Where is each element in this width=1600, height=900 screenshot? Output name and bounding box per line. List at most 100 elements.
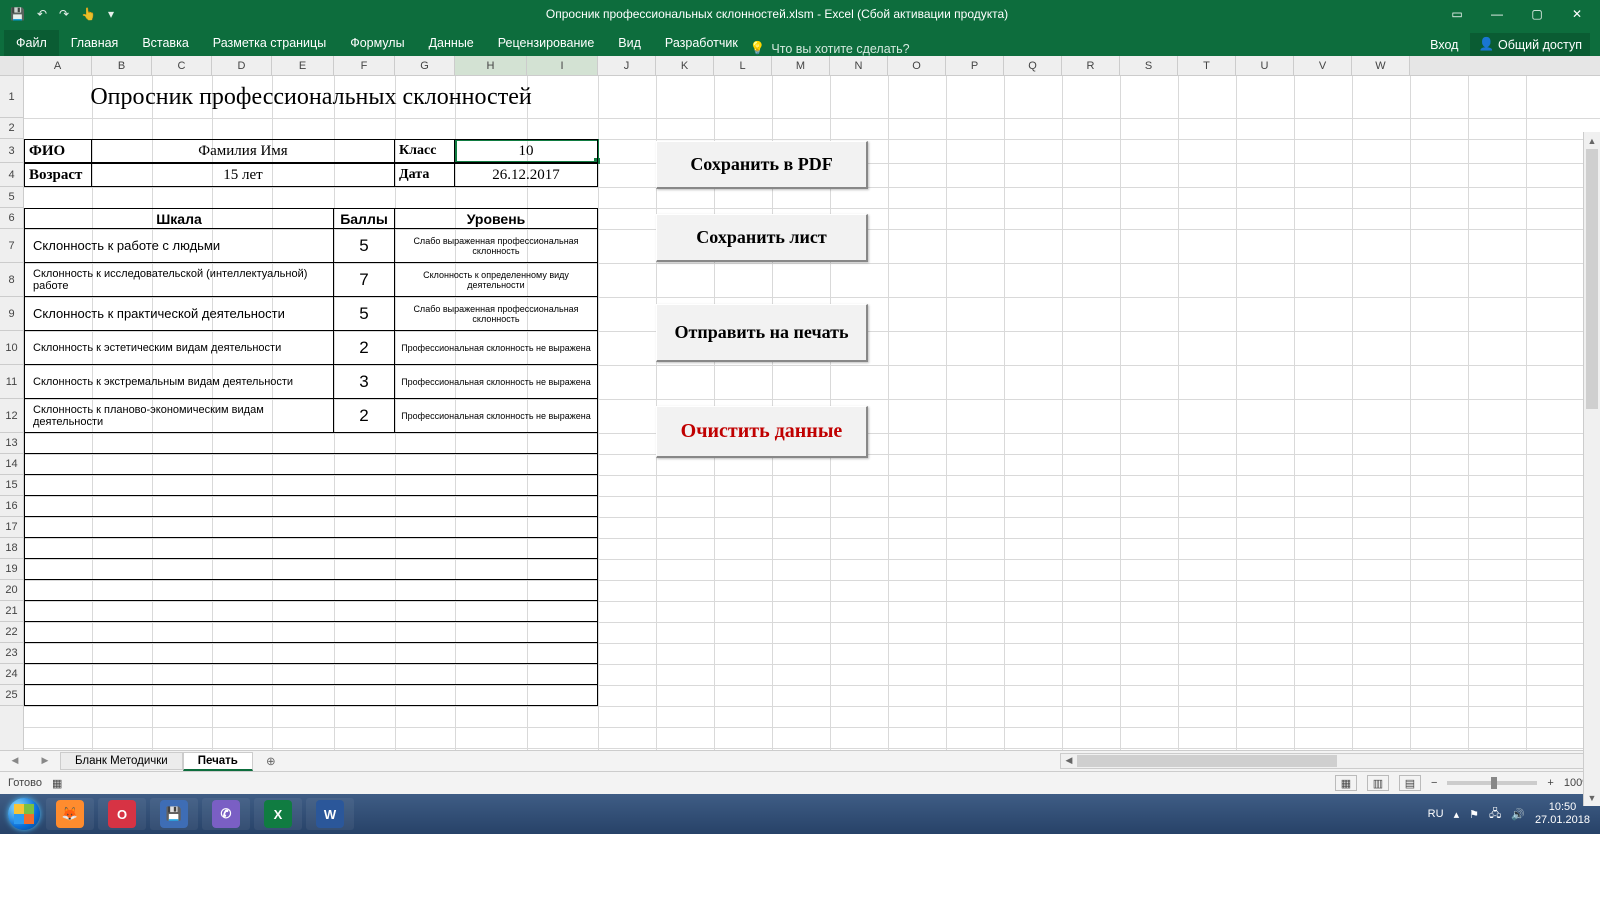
scroll-down-icon[interactable]: ▼ — [1584, 789, 1600, 806]
empty-row[interactable] — [24, 538, 598, 559]
scroll-up-icon[interactable]: ▲ — [1584, 132, 1600, 149]
row-header-5[interactable]: 5 — [0, 187, 23, 208]
empty-row[interactable] — [24, 685, 598, 706]
score-cell[interactable]: 7 — [334, 263, 395, 297]
scale-cell[interactable]: Склонность к практической деятельности — [24, 297, 334, 331]
level-cell[interactable]: Слабо выраженная профессиональная склонн… — [395, 297, 598, 331]
row-header-14[interactable]: 14 — [0, 454, 23, 475]
level-cell[interactable]: Слабо выраженная профессиональная склонн… — [395, 229, 598, 263]
empty-row[interactable] — [24, 496, 598, 517]
level-cell[interactable]: Профессиональная склонность не выражена — [395, 399, 598, 433]
col-header-M[interactable]: M — [772, 56, 830, 75]
table-row[interactable]: Склонность к работе с людьми 5 Слабо выр… — [24, 229, 598, 263]
col-header-G[interactable]: G — [395, 56, 455, 75]
row-header-12[interactable]: 12 — [0, 399, 23, 433]
row-header-2[interactable]: 2 — [0, 118, 23, 139]
col-header-N[interactable]: N — [830, 56, 888, 75]
redo-icon[interactable]: ↷ — [59, 7, 69, 21]
share-button[interactable]: 👤 Общий доступ — [1470, 33, 1590, 56]
opera-icon[interactable]: O — [98, 798, 146, 830]
class-value[interactable]: 10 — [455, 139, 598, 163]
col-header-T[interactable]: T — [1178, 56, 1236, 75]
scale-cell[interactable]: Склонность к исследовательской (интеллек… — [24, 263, 334, 297]
tab-home[interactable]: Главная — [59, 30, 131, 56]
view-page-break-icon[interactable]: ▤ — [1399, 775, 1421, 791]
row-header-15[interactable]: 15 — [0, 475, 23, 496]
row-header-16[interactable]: 16 — [0, 496, 23, 517]
col-header-S[interactable]: S — [1120, 56, 1178, 75]
zoom-slider[interactable] — [1447, 781, 1537, 785]
select-all-corner[interactable] — [0, 56, 24, 75]
date-value[interactable]: 26.12.2017 — [455, 163, 598, 187]
tab-developer[interactable]: Разработчик — [653, 30, 750, 56]
score-cell[interactable]: 3 — [334, 365, 395, 399]
minimize-icon[interactable]: — — [1480, 3, 1514, 25]
viber-icon[interactable]: ✆ — [202, 798, 250, 830]
col-header-Q[interactable]: Q — [1004, 56, 1062, 75]
row-header-6[interactable]: 6 — [0, 208, 23, 229]
col-header-H[interactable]: H — [455, 56, 527, 75]
col-header-P[interactable]: P — [946, 56, 1004, 75]
undo-icon[interactable]: ↶ — [37, 7, 47, 21]
row-header-19[interactable]: 19 — [0, 559, 23, 580]
zoom-in-icon[interactable]: + — [1547, 777, 1553, 789]
row-header-24[interactable]: 24 — [0, 664, 23, 685]
scale-cell[interactable]: Склонность к эстетическим видам деятельн… — [24, 331, 334, 365]
network-icon[interactable]: 🖧 — [1489, 805, 1501, 824]
firefox-icon[interactable]: 🦊 — [46, 798, 94, 830]
row-header-13[interactable]: 13 — [0, 433, 23, 454]
view-normal-icon[interactable]: ▦ — [1335, 775, 1357, 791]
row-header-4[interactable]: 4 — [0, 163, 23, 187]
table-row[interactable]: Склонность к исследовательской (интеллек… — [24, 263, 598, 297]
touch-mode-icon[interactable]: 👆 — [81, 7, 96, 21]
col-header-L[interactable]: L — [714, 56, 772, 75]
col-header-D[interactable]: D — [212, 56, 272, 75]
score-cell[interactable]: 5 — [334, 297, 395, 331]
qat-dropdown-icon[interactable]: ▾ — [108, 7, 114, 21]
col-header-E[interactable]: E — [272, 56, 334, 75]
flag-icon[interactable]: ⚑ — [1469, 808, 1479, 821]
scale-cell[interactable]: Склонность к планово-экономическим видам… — [24, 399, 334, 433]
macro-rec-icon[interactable]: ▦ — [52, 777, 62, 790]
table-row[interactable]: Склонность к эстетическим видам деятельн… — [24, 331, 598, 365]
vertical-scrollbar[interactable]: ▲ ▼ — [1583, 132, 1600, 806]
col-header-U[interactable]: U — [1236, 56, 1294, 75]
row-header-11[interactable]: 11 — [0, 365, 23, 399]
save-icon[interactable]: 💾 — [10, 7, 25, 21]
view-page-layout-icon[interactable]: ▥ — [1367, 775, 1389, 791]
row-header-23[interactable]: 23 — [0, 643, 23, 664]
sheet-nav[interactable]: ◄► — [0, 755, 60, 767]
word-icon[interactable]: W — [306, 798, 354, 830]
empty-row[interactable] — [24, 517, 598, 538]
sheet-tab-print[interactable]: Печать — [183, 752, 253, 771]
col-header-V[interactable]: V — [1294, 56, 1352, 75]
empty-row[interactable] — [24, 601, 598, 622]
tab-formulas[interactable]: Формулы — [338, 30, 416, 56]
col-header-R[interactable]: R — [1062, 56, 1120, 75]
table-row[interactable]: Склонность к практической деятельности 5… — [24, 297, 598, 331]
empty-row[interactable] — [24, 559, 598, 580]
level-cell[interactable]: Профессиональная склонность не выражена — [395, 365, 598, 399]
excel-icon[interactable]: X — [254, 798, 302, 830]
ribbon-options-icon[interactable]: ▭ — [1440, 3, 1474, 25]
empty-row[interactable] — [24, 454, 598, 475]
taskbar-clock[interactable]: 10:50 27.01.2018 — [1535, 801, 1590, 827]
col-header-A[interactable]: A — [24, 56, 92, 75]
empty-row[interactable] — [24, 580, 598, 601]
age-value[interactable]: 15 лет — [92, 163, 395, 187]
col-header-W[interactable]: W — [1352, 56, 1410, 75]
horizontal-scrollbar[interactable]: ◄ ► — [1060, 753, 1600, 769]
empty-row[interactable] — [24, 475, 598, 496]
hscroll-thumb[interactable] — [1077, 755, 1337, 767]
save-app-icon[interactable]: 💾 — [150, 798, 198, 830]
level-cell[interactable]: Склонность к определенному виду деятельн… — [395, 263, 598, 297]
close-icon[interactable]: ✕ — [1560, 3, 1594, 25]
row-header-10[interactable]: 10 — [0, 331, 23, 365]
row-header-22[interactable]: 22 — [0, 622, 23, 643]
fio-value[interactable]: Фамилия Имя — [92, 139, 395, 163]
tray-up-icon[interactable]: ▴ — [1454, 808, 1460, 821]
tab-data[interactable]: Данные — [417, 30, 486, 56]
empty-row[interactable] — [24, 622, 598, 643]
row-header-3[interactable]: 3 — [0, 139, 23, 163]
row-header-1[interactable]: 1 — [0, 76, 23, 118]
